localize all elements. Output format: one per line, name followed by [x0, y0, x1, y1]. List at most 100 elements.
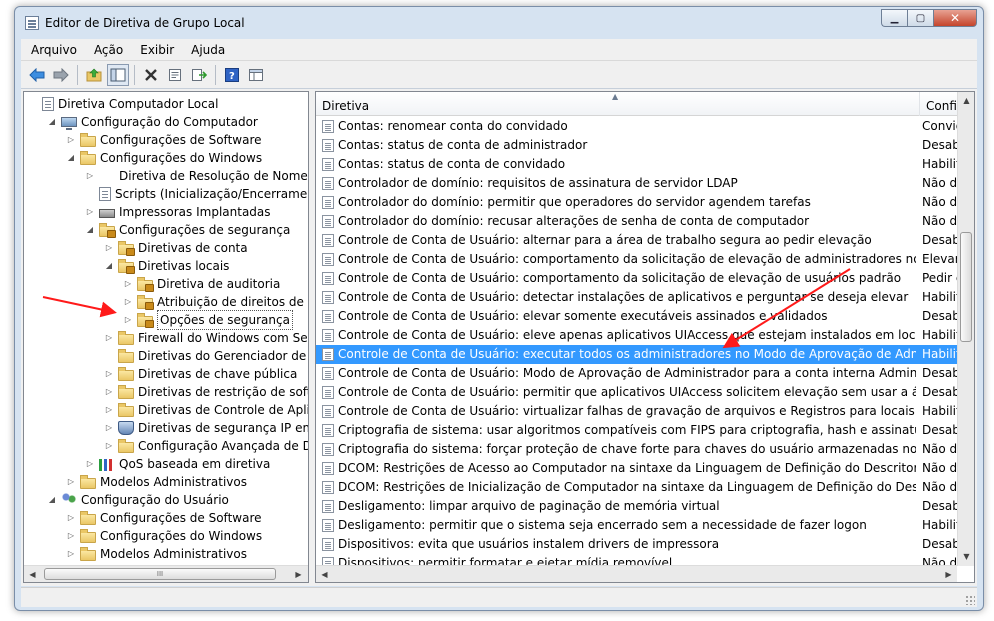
- policy-row[interactable]: Controlador de domínio: requisitos de as…: [316, 174, 957, 193]
- policy-row[interactable]: Controlador do domínio: recusar alteraçõ…: [316, 212, 957, 231]
- policy-row[interactable]: Dispositivos: evita que usuários instale…: [316, 535, 957, 554]
- expand-arrow-icon[interactable]: ▷: [66, 131, 76, 149]
- tree-item[interactable]: ▷ Configurações do Windows: [66, 527, 262, 545]
- list-vertical-scrollbar[interactable]: ▲ ▼: [957, 92, 974, 566]
- expand-arrow-icon[interactable]: ▷: [66, 545, 76, 563]
- tree-item[interactable]: ▷ Opções de segurança: [123, 310, 293, 330]
- policy-row[interactable]: Controle de Conta de Usuário: Modo de Ap…: [316, 364, 957, 383]
- expand-arrow-icon[interactable]: ▷: [104, 329, 114, 347]
- menu-arquivo[interactable]: Arquivo: [21, 43, 84, 57]
- expand-arrow-icon[interactable]: ▷: [66, 527, 76, 545]
- expand-arrow-icon[interactable]: ▷: [104, 239, 114, 257]
- expand-arrow-icon[interactable]: ▷: [104, 401, 114, 419]
- collapse-arrow-icon[interactable]: ◢: [66, 149, 76, 167]
- tree-item[interactable]: ◢ Configurações do Windows: [66, 149, 262, 167]
- tree-item[interactable]: ▷ Configurações de Software: [66, 509, 262, 527]
- tree-item[interactable]: Diretivas do Gerenciador de Listas de Re…: [104, 347, 308, 365]
- maximize-button[interactable]: ▢: [907, 9, 933, 27]
- tree-item[interactable]: ▷ Impressoras Implantadas: [85, 203, 271, 221]
- policy-row[interactable]: DCOM: Restrições de Inicialização de Com…: [316, 478, 957, 497]
- policy-row[interactable]: Controle de Conta de Usuário: executar t…: [316, 345, 957, 364]
- collapse-arrow-icon[interactable]: ◢: [47, 491, 57, 509]
- policy-row[interactable]: DCOM: Restrições de Acesso ao Computador…: [316, 459, 957, 478]
- menu-ajuda[interactable]: Ajuda: [181, 43, 232, 57]
- show-hide-tree-icon[interactable]: [107, 63, 129, 86]
- expand-arrow-icon[interactable]: ▷: [66, 473, 76, 491]
- scroll-up-arrow-icon[interactable]: ▲: [958, 92, 974, 108]
- tree-item[interactable]: ▷ Modelos Administrativos: [66, 545, 247, 563]
- tree-item[interactable]: ▷ Diretiva de Resolução de Nome: [85, 167, 308, 185]
- tree-item[interactable]: Scripts (Inicialização/Encerramento): [85, 185, 308, 203]
- list-horizontal-scrollbar[interactable]: ◀ ▶: [316, 565, 957, 582]
- tree-item[interactable]: ▷ Configuração Avançada de Diretiva de Au…: [104, 437, 308, 455]
- collapse-arrow-icon[interactable]: ◢: [47, 113, 57, 131]
- policy-row[interactable]: Controle de Conta de Usuário: elevar som…: [316, 307, 957, 326]
- policy-row[interactable]: Controlador do domínio: permitir que ope…: [316, 193, 957, 212]
- collapse-arrow-icon[interactable]: ◢: [104, 257, 114, 275]
- tree-item[interactable]: ▷ Configurações de Software: [66, 131, 262, 149]
- tree-item[interactable]: ▷ Diretivas de chave pública: [104, 365, 297, 383]
- policy-row[interactable]: Criptografia do sistema: forçar proteção…: [316, 440, 957, 459]
- policy-row[interactable]: Controle de Conta de Usuário: virtualiza…: [316, 402, 957, 421]
- expand-arrow-icon[interactable]: ▷: [104, 437, 114, 455]
- menu-exibir[interactable]: Exibir: [130, 43, 181, 57]
- policy-row[interactable]: Controle de Conta de Usuário: permitir q…: [316, 383, 957, 402]
- resize-grip-icon[interactable]: [965, 595, 975, 605]
- expand-arrow-icon[interactable]: ▷: [85, 167, 95, 185]
- expand-arrow-icon[interactable]: ▷: [123, 311, 133, 329]
- up-folder-icon[interactable]: [83, 64, 105, 86]
- expand-arrow-icon[interactable]: ▷: [104, 419, 114, 437]
- policy-row[interactable]: Controle de Conta de Usuário: detectar i…: [316, 288, 957, 307]
- policy-row[interactable]: Contas: status de conta de administrador…: [316, 136, 957, 155]
- tree-item[interactable]: ▷ Diretivas de segurança IP em Computador…: [104, 419, 308, 437]
- policy-row[interactable]: Controle de Conta de Usuário: comportame…: [316, 250, 957, 269]
- expand-arrow-icon[interactable]: ▷: [104, 365, 114, 383]
- tree-item[interactable]: ◢ Configurações de segurança: [85, 221, 290, 239]
- forward-arrow-icon[interactable]: [50, 64, 72, 86]
- tree-item[interactable]: ◢ Diretivas locais: [104, 257, 229, 275]
- collapse-arrow-icon[interactable]: ◢: [85, 221, 95, 239]
- tree-item[interactable]: ▷ Firewall do Windows com Segurança Avanç…: [104, 329, 308, 347]
- expand-arrow-icon[interactable]: ▷: [66, 509, 76, 527]
- scroll-right-arrow-icon[interactable]: ▶: [290, 566, 307, 582]
- scroll-left-arrow-icon[interactable]: ◀: [24, 566, 41, 582]
- expand-arrow-icon[interactable]: ▷: [123, 275, 133, 293]
- menu-acao[interactable]: Ação: [84, 43, 130, 57]
- scroll-down-arrow-icon[interactable]: ▼: [958, 548, 974, 564]
- policy-row[interactable]: Desligamento: limpar arquivo de paginaçã…: [316, 497, 957, 516]
- expand-arrow-icon[interactable]: ▷: [85, 203, 95, 221]
- tree-item[interactable]: ▷ Diretiva de auditoria: [123, 275, 280, 293]
- tree-item[interactable]: ▷ Diretivas de conta: [104, 239, 248, 257]
- tree-scrollbar-thumb[interactable]: III: [44, 568, 276, 580]
- expand-arrow-icon[interactable]: ▷: [104, 383, 114, 401]
- tree-item[interactable]: Diretiva Computador Local: [28, 95, 218, 113]
- policy-row[interactable]: Controle de Conta de Usuário: comportame…: [316, 269, 957, 288]
- tree-item[interactable]: ▷ Atribuição de direitos de usuário: [123, 293, 308, 311]
- tree-item[interactable]: ◢ Configuração do Usuário: [47, 491, 229, 509]
- tree-item[interactable]: ▷ Diretivas de restrição de software: [104, 383, 308, 401]
- scroll-left-arrow-icon[interactable]: ◀: [316, 566, 333, 582]
- tree-item[interactable]: ▷ Modelos Administrativos: [66, 473, 247, 491]
- tree-item[interactable]: ▷ Diretivas de Controle de Aplicativos: [104, 401, 308, 419]
- tree-item[interactable]: ◢ Configuração do Computador: [47, 113, 258, 131]
- minimize-button[interactable]: ▁: [881, 9, 907, 27]
- tree-horizontal-scrollbar[interactable]: ◀ III ▶: [24, 565, 308, 582]
- delete-icon[interactable]: [140, 64, 162, 86]
- properties-icon[interactable]: [164, 64, 186, 86]
- policy-row[interactable]: Contas: status de conta de convidado Habi…: [316, 155, 957, 174]
- export-list-icon[interactable]: [188, 64, 210, 86]
- policy-row[interactable]: Controle de Conta de Usuário: eleve apen…: [316, 326, 957, 345]
- tree-scroll-area[interactable]: Diretiva Computador Local ◢ Configuração d…: [24, 92, 308, 565]
- expand-arrow-icon[interactable]: ▷: [123, 293, 133, 311]
- policy-row[interactable]: Controle de Conta de Usuário: alternar p…: [316, 231, 957, 250]
- expand-arrow-icon[interactable]: ▷: [85, 455, 95, 473]
- list-scrollbar-thumb[interactable]: [960, 232, 972, 342]
- help-icon[interactable]: ?: [221, 64, 243, 86]
- back-arrow-icon[interactable]: [26, 64, 48, 86]
- scroll-right-arrow-icon[interactable]: ▶: [940, 566, 957, 582]
- close-button[interactable]: ✕: [933, 9, 977, 27]
- policy-row[interactable]: Desligamento: permitir que o sistema sej…: [316, 516, 957, 535]
- extended-view-icon[interactable]: [245, 64, 267, 86]
- title-bar[interactable]: Editor de Diretiva de Grupo Local ▁ ▢ ✕: [15, 7, 983, 39]
- policy-row[interactable]: Criptografia de sistema: usar algoritmos…: [316, 421, 957, 440]
